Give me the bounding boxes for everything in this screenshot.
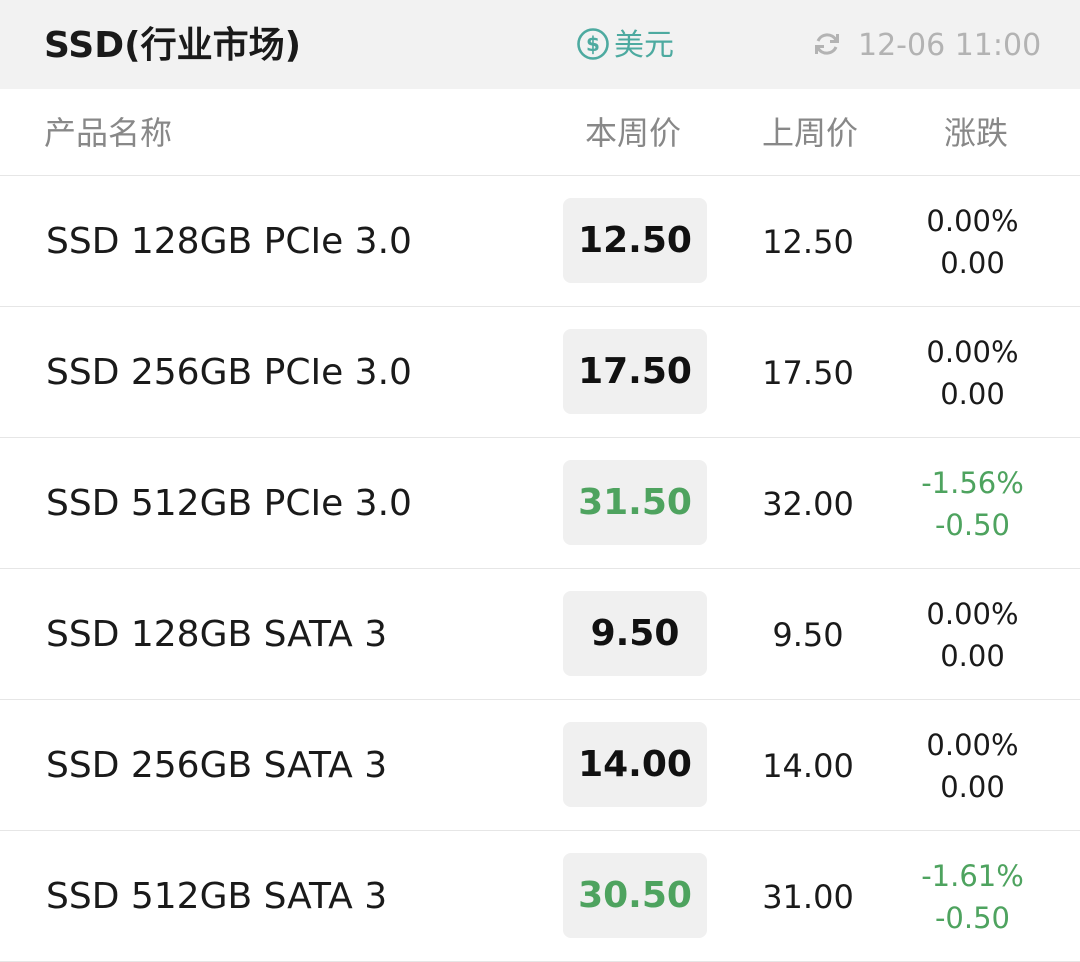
change-amount: 0.00 [940,770,1005,804]
this-week-price-box: 14.00 [563,722,707,807]
price-change: -1.61% -0.50 [895,855,1050,939]
change-percent: 0.00% [926,204,1019,238]
header-bar: SSD(行业市场) $ 美元 12-06 11:00 [0,0,1080,89]
last-week-price: 12.50 [762,223,854,261]
change-percent: -1.56% [921,466,1024,500]
this-week-price-box: 31.50 [563,460,707,545]
this-week-price-box: 30.50 [563,853,707,938]
table-row[interactable]: SSD 512GB SATA 3 30.50 31.00 -1.61% -0.5… [0,831,1080,962]
change-percent: 0.00% [926,728,1019,762]
last-week-price: 17.50 [762,354,854,392]
change-amount: 0.00 [940,377,1005,411]
price-change: 0.00% 0.00 [895,331,1050,415]
price-change: 0.00% 0.00 [895,593,1050,677]
this-week-price-box: 17.50 [563,329,707,414]
currency-toggle[interactable]: $ 美元 [576,27,674,65]
this-week-price: 31.50 [578,481,692,523]
product-name: SSD 512GB PCIe 3.0 [46,483,412,524]
last-week-price: 9.50 [772,616,844,654]
this-week-price-box: 9.50 [563,591,707,676]
this-week-price: 17.50 [578,350,692,392]
this-week-price: 9.50 [590,612,680,654]
table-row[interactable]: SSD 128GB SATA 3 9.50 9.50 0.00% 0.00 [0,569,1080,700]
column-header-last-week[interactable]: 上周价 [762,111,858,155]
last-week-price: 32.00 [762,485,854,523]
product-name: SSD 256GB PCIe 3.0 [46,352,412,393]
change-percent: 0.00% [926,335,1019,369]
column-header-this-week[interactable]: 本周价 [585,111,681,155]
this-week-price: 14.00 [578,743,692,785]
dollar-circle-icon: $ [576,27,610,65]
change-amount: -0.50 [934,901,1011,935]
column-headers: 产品名称 本周价 上周价 涨跌 [0,89,1080,176]
price-change: -1.56% -0.50 [895,462,1050,546]
price-change: 0.00% 0.00 [895,724,1050,808]
change-percent: -1.61% [921,859,1024,893]
table-row[interactable]: SSD 256GB PCIe 3.0 17.50 17.50 0.00% 0.0… [0,307,1080,438]
refresh-button[interactable]: 12-06 11:00 [812,27,1041,65]
change-amount: 0.00 [940,246,1005,280]
price-list: SSD 128GB PCIe 3.0 12.50 12.50 0.00% 0.0… [0,176,1080,962]
table-row[interactable]: SSD 128GB PCIe 3.0 12.50 12.50 0.00% 0.0… [0,176,1080,307]
product-name: SSD 128GB SATA 3 [46,614,388,655]
change-percent: 0.00% [926,597,1019,631]
column-header-change[interactable]: 涨跌 [944,111,1008,155]
table-row[interactable]: SSD 512GB PCIe 3.0 31.50 32.00 -1.56% -0… [0,438,1080,569]
product-name: SSD 256GB SATA 3 [46,745,388,786]
update-timestamp: 12-06 11:00 [858,28,1042,63]
price-change: 0.00% 0.00 [895,200,1050,284]
svg-text:$: $ [586,32,600,56]
change-amount: -0.50 [934,508,1011,542]
product-name: SSD 128GB PCIe 3.0 [46,221,412,262]
last-week-price: 14.00 [762,747,854,785]
column-header-name: 产品名称 [44,114,173,152]
this-week-price: 12.50 [578,219,692,261]
refresh-icon [812,29,842,63]
product-name: SSD 512GB SATA 3 [46,876,388,917]
change-amount: 0.00 [940,639,1005,673]
this-week-price-box: 12.50 [563,198,707,283]
table-row[interactable]: SSD 256GB SATA 3 14.00 14.00 0.00% 0.00 [0,700,1080,831]
last-week-price: 31.00 [762,878,854,916]
currency-label: 美元 [614,28,674,63]
this-week-price: 30.50 [578,874,692,916]
page-title: SSD(行业市场) [44,25,302,66]
